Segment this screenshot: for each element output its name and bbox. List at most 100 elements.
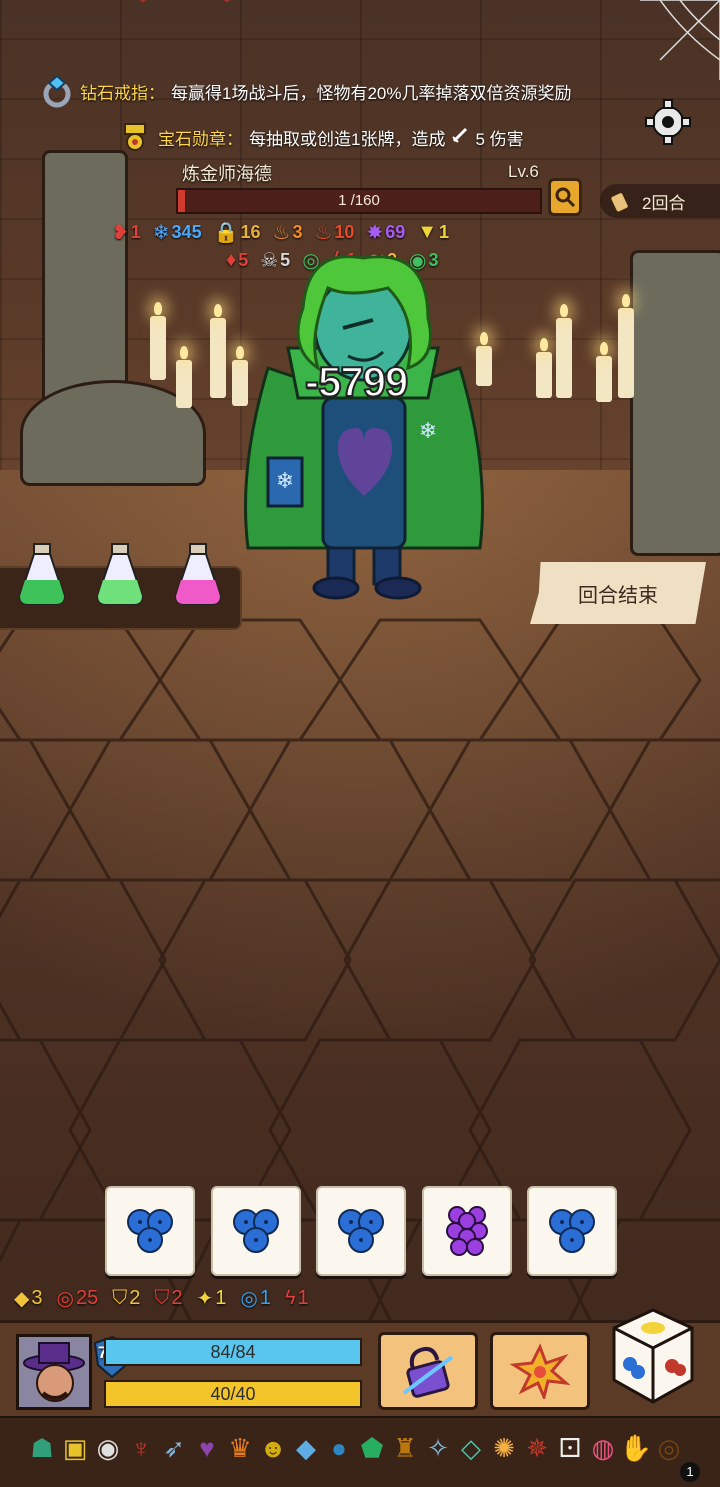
candle — [618, 294, 634, 398]
blueberry-icon — [127, 1209, 173, 1253]
triangle-eye-icon: ▼ — [417, 221, 438, 243]
gem-medal-icon — [118, 120, 152, 154]
diamond-ring-icon — [40, 74, 74, 108]
status-value: 1 — [259, 1287, 271, 1309]
shield-yellow-icon: ⛉ — [112, 1287, 128, 1309]
candle — [176, 346, 192, 408]
status-value: 16 — [240, 222, 261, 242]
status-value: 1 — [297, 1287, 309, 1309]
status-value: 3 — [31, 1287, 43, 1309]
blueberry-die[interactable] — [210, 1186, 301, 1276]
status-effect[interactable]: ♨ 3 — [273, 220, 303, 245]
status-value: 345 — [171, 222, 202, 242]
status-value: 10 — [334, 222, 355, 242]
relic-name: 钻石戒指： — [80, 83, 165, 103]
stone-pillar — [42, 150, 128, 416]
status-value: 25 — [75, 1287, 99, 1309]
status-value: 2 — [129, 1287, 141, 1309]
alchemist-hyde-enemy[interactable]: ❄ ❄ — [228, 248, 500, 600]
dice-icon — [612, 1308, 694, 1404]
status-value: 1 — [215, 1287, 227, 1309]
enemy-name: 炼金师海德 — [182, 164, 272, 184]
status-effect[interactable]: 🔒 16 — [214, 220, 261, 245]
status-effect[interactable]: ▼ 1 — [417, 220, 449, 245]
status-value: 2 — [171, 1287, 183, 1309]
candle — [556, 304, 572, 398]
status-effect[interactable]: ❄ 345 — [153, 220, 202, 245]
grape-die[interactable] — [421, 1186, 512, 1276]
svg-text:❄: ❄ — [276, 468, 294, 493]
snowflake-icon: ❄ — [152, 222, 170, 244]
status-effect[interactable]: ◎ 1 — [240, 1286, 271, 1311]
target-blue-icon: ◎ — [240, 1288, 258, 1310]
relic-description: 每抽取或创造1张牌，造成 — [249, 129, 446, 149]
enemy-hp-bar: 1 /160 — [176, 188, 542, 214]
turn-count-label: 2回合 — [642, 193, 686, 213]
splat-purple-icon: ✸ — [366, 222, 384, 244]
bleed-icon: ❥ — [112, 222, 129, 244]
player-energy-bar: 40/40 — [104, 1380, 362, 1408]
diamond-ring-banner: 钻石戒指： 每赢得1场战斗后，怪物有20%几率掉落双倍资源奖励 — [40, 72, 571, 110]
blueberry-icon — [549, 1209, 595, 1253]
pink-potion[interactable] — [170, 542, 226, 606]
player-status-row: ◆ 3 ◎ 25 ⛉ 2 ⛉ 2 ✦ 1 ◎ 1 ϟ 1 — [14, 1286, 309, 1311]
blueberry-icon — [232, 1209, 279, 1253]
settings-gear-button[interactable] — [640, 96, 696, 152]
blueberry-icon — [338, 1209, 384, 1253]
gear-icon — [645, 99, 691, 145]
explosion-icon — [510, 1343, 570, 1399]
status-effect[interactable]: ⛉ 2 — [112, 1286, 140, 1311]
status-value: 1 — [439, 222, 450, 242]
lock-skill-button[interactable] — [378, 1332, 478, 1410]
status-value: 1 — [130, 222, 141, 242]
status-effect[interactable]: ϟ1 — [285, 1286, 309, 1311]
candle — [596, 342, 612, 402]
explosion-skill-button[interactable] — [490, 1332, 590, 1410]
status-effect[interactable]: ⛉ 2 — [154, 1286, 182, 1311]
turn-counter: 2回合 — [600, 184, 720, 218]
magnifier-icon — [555, 187, 576, 208]
blueberry-die[interactable] — [527, 1186, 617, 1276]
enemy-level: Lv.6 — [508, 162, 539, 181]
light-green-potion[interactable] — [92, 542, 148, 606]
star-wand-icon: ✦ — [196, 1288, 214, 1310]
status-effect[interactable]: ◆ 3 — [14, 1286, 43, 1311]
relic-overflow-count: 1 — [680, 1462, 700, 1482]
status-effect[interactable]: ◎ 25 — [57, 1286, 99, 1311]
damage-popup: -5799 — [304, 357, 409, 406]
flame-orange-icon: ♨ — [272, 222, 291, 244]
fire-red-icon: ♨ — [314, 222, 333, 244]
relic-description: 每赢得1场战斗后，怪物有20%几率掉落双倍资源奖励 — [171, 83, 572, 103]
purple-lock-icon — [402, 1346, 454, 1398]
blueberry-die[interactable] — [316, 1186, 406, 1276]
relic-damage: 5 伤害 — [475, 129, 524, 149]
player-portrait-icon — [19, 1337, 89, 1407]
spiral-red-icon: ◎ — [56, 1288, 74, 1310]
svg-text:❄: ❄ — [419, 418, 437, 443]
status-value: 3 — [292, 222, 303, 242]
gem-medal-banner: 宝石勋章： 每抽取或创造1张牌，造成 5 伤害 — [118, 118, 524, 156]
lock-icon: 🔒 — [213, 222, 239, 244]
scroll-icon — [609, 191, 630, 214]
shield-red-icon: ⛉ — [154, 1287, 170, 1309]
candle — [536, 338, 552, 398]
claw-red-icon: ϟ — [284, 1287, 296, 1309]
blueberry-die[interactable] — [105, 1186, 195, 1276]
end-turn-button[interactable]: 回合结束 — [530, 562, 706, 624]
status-effect[interactable]: ✦ 1 — [196, 1286, 226, 1311]
spider-web-decoration — [640, 0, 720, 80]
status-value: 69 — [385, 222, 406, 242]
candle — [150, 302, 166, 380]
player-avatar[interactable] — [16, 1334, 92, 1410]
inspect-enemy-button[interactable] — [548, 178, 582, 216]
grape-icon — [445, 1206, 488, 1256]
status-effect[interactable]: ✸ 69 — [366, 220, 405, 245]
player-hp-bar: 84/84 — [104, 1338, 362, 1366]
status-effect[interactable]: ❥ 1 — [112, 220, 141, 245]
candle — [210, 304, 226, 398]
green-potion[interactable] — [14, 542, 70, 606]
stone-pillar — [630, 250, 720, 556]
roll-dice-button[interactable] — [610, 1306, 696, 1406]
status-effect[interactable]: ♨ 10 — [314, 220, 354, 245]
enemy-status-row: ❥ 1 ❄ 345 🔒 16 ♨ 3 ♨ 10 ✸ 69 ▼ 1 — [112, 220, 449, 245]
